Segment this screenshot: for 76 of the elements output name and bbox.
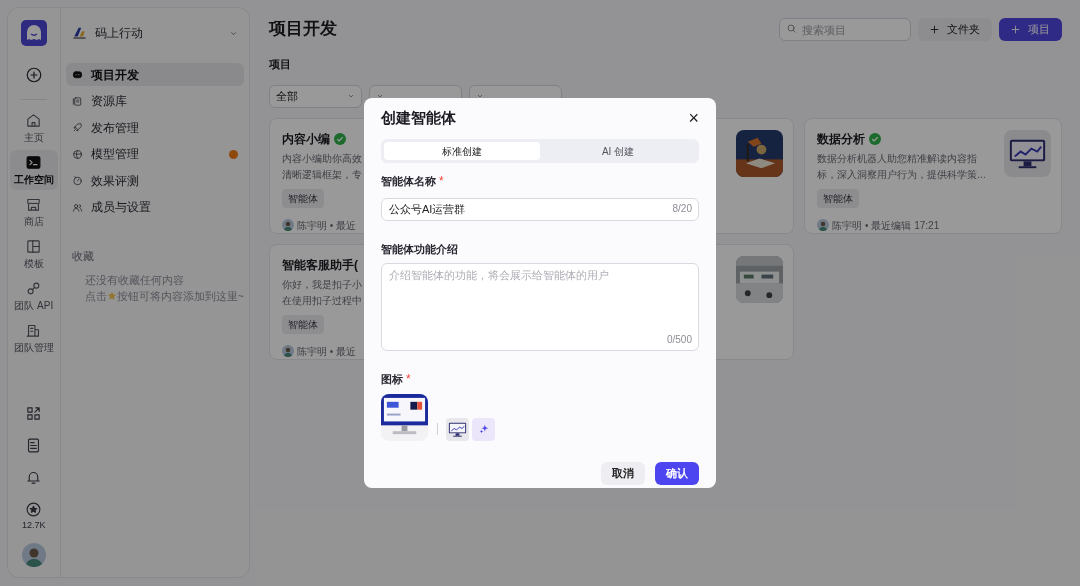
card-meta: 陈宇明 • 最近编辑 17:21 bbox=[832, 218, 940, 233]
field-label: 图标 bbox=[381, 372, 403, 387]
users-icon bbox=[71, 201, 83, 213]
close-button[interactable]: × bbox=[688, 109, 699, 127]
card-title: 内容小编 bbox=[282, 130, 330, 148]
nav-item[interactable]: 工作空间 bbox=[9, 150, 58, 190]
avatar bbox=[282, 345, 294, 357]
card-title: 智能客服助手( bbox=[282, 256, 358, 274]
card-description: 你好，我是扣子小 在使用扣子过程中 bbox=[282, 277, 362, 308]
card-description: 内容小编助你高效 清晰逻辑框架，专 bbox=[282, 151, 362, 182]
type-tag: 智能体 bbox=[817, 188, 860, 208]
bell-icon[interactable] bbox=[25, 469, 43, 486]
avatar bbox=[817, 219, 830, 231]
avatar bbox=[282, 219, 294, 231]
card-description: 数据分析机器人助您精准解读内容指 标，深入洞察用户行为，提供科学策... bbox=[817, 151, 986, 182]
terminal-icon bbox=[25, 154, 43, 171]
apps-icon[interactable] bbox=[25, 405, 43, 422]
chevron-down-icon bbox=[476, 92, 484, 100]
char-counter: 0/500 bbox=[666, 333, 692, 347]
empty-hint: 还没有收藏任何内容 bbox=[83, 273, 185, 288]
menu-item[interactable]: 项目开发 bbox=[65, 63, 244, 86]
menu-item[interactable]: 模型管理 bbox=[65, 142, 244, 166]
menu-item[interactable]: 效果评测 bbox=[65, 169, 244, 192]
avatar[interactable] bbox=[21, 543, 46, 567]
card-title: 数据分析 bbox=[817, 130, 866, 148]
card-meta: 陈宇明 • 最近 bbox=[297, 344, 357, 359]
char-counter: 8/20 bbox=[672, 201, 692, 216]
plus-icon bbox=[1011, 24, 1020, 34]
nav-item[interactable]: 团队管理 bbox=[9, 318, 58, 358]
hint-text: 点击 bbox=[84, 289, 107, 304]
section-label: 项目 bbox=[269, 57, 292, 72]
house-icon bbox=[25, 112, 43, 129]
chevron-down-icon bbox=[347, 92, 355, 100]
menu-item[interactable]: 发布管理 bbox=[65, 116, 244, 139]
project-card[interactable]: 数据分析 数据分析机器人助您精准解读内容指 标，深入洞察用户行为，提供科学策... 智能体 陈宇明 • 最近编辑 17:21 bbox=[804, 117, 1062, 234]
workspace-switcher[interactable]: 码上行动 bbox=[65, 22, 244, 44]
plus-icon bbox=[930, 24, 939, 34]
search-icon bbox=[786, 22, 797, 34]
required-mark: * bbox=[406, 373, 411, 386]
storefront-icon bbox=[25, 196, 43, 213]
gauge-icon bbox=[71, 175, 83, 186]
filter-dropdown[interactable]: 全部 bbox=[269, 84, 362, 108]
globe-icon bbox=[71, 148, 83, 160]
type-tag: 智能体 bbox=[282, 314, 324, 334]
add-icon[interactable] bbox=[24, 66, 43, 84]
generate-icon-button[interactable] bbox=[472, 417, 495, 441]
card-meta: 陈宇明 • 最近 bbox=[297, 218, 357, 233]
page-title: 项目开发 bbox=[269, 18, 338, 41]
workspace-logo bbox=[71, 26, 87, 40]
menu-item[interactable]: 成员与设置 bbox=[65, 195, 244, 219]
cancel-button[interactable]: 取消 bbox=[601, 461, 645, 485]
field-label: 智能体功能介绍 bbox=[381, 241, 458, 257]
rocket-icon bbox=[71, 122, 83, 133]
robot-icon bbox=[71, 69, 83, 80]
nav-item[interactable]: 团队 API bbox=[9, 276, 58, 316]
menu-item[interactable]: 资源库 bbox=[65, 89, 244, 113]
chevron-down-icon bbox=[376, 92, 384, 100]
nav-item[interactable]: 模板 bbox=[9, 234, 58, 274]
segment-tab[interactable]: AI 创建 bbox=[540, 142, 696, 160]
new-project-button[interactable]: 项目 bbox=[999, 17, 1062, 41]
nav-item[interactable]: 主页 bbox=[9, 108, 58, 148]
section-title: 收藏 bbox=[70, 248, 95, 264]
layout-icon bbox=[25, 238, 43, 255]
star-icon bbox=[106, 291, 117, 301]
sparkle-icon bbox=[478, 424, 489, 434]
type-tag: 智能体 bbox=[282, 188, 324, 208]
required-mark: * bbox=[439, 175, 444, 188]
app-logo[interactable] bbox=[20, 20, 47, 46]
book-icon bbox=[71, 95, 83, 107]
star-count: 12.7K bbox=[22, 520, 46, 531]
nav-item[interactable]: 商店 bbox=[9, 192, 58, 232]
new-folder-button[interactable]: 文件夹 bbox=[918, 17, 992, 41]
dialog-title: 创建智能体 bbox=[381, 107, 456, 128]
segment-tab[interactable]: 标准创建 bbox=[384, 142, 540, 160]
field-label: 智能体名称 bbox=[381, 174, 436, 189]
confirm-button[interactable]: 确认 bbox=[655, 461, 699, 485]
